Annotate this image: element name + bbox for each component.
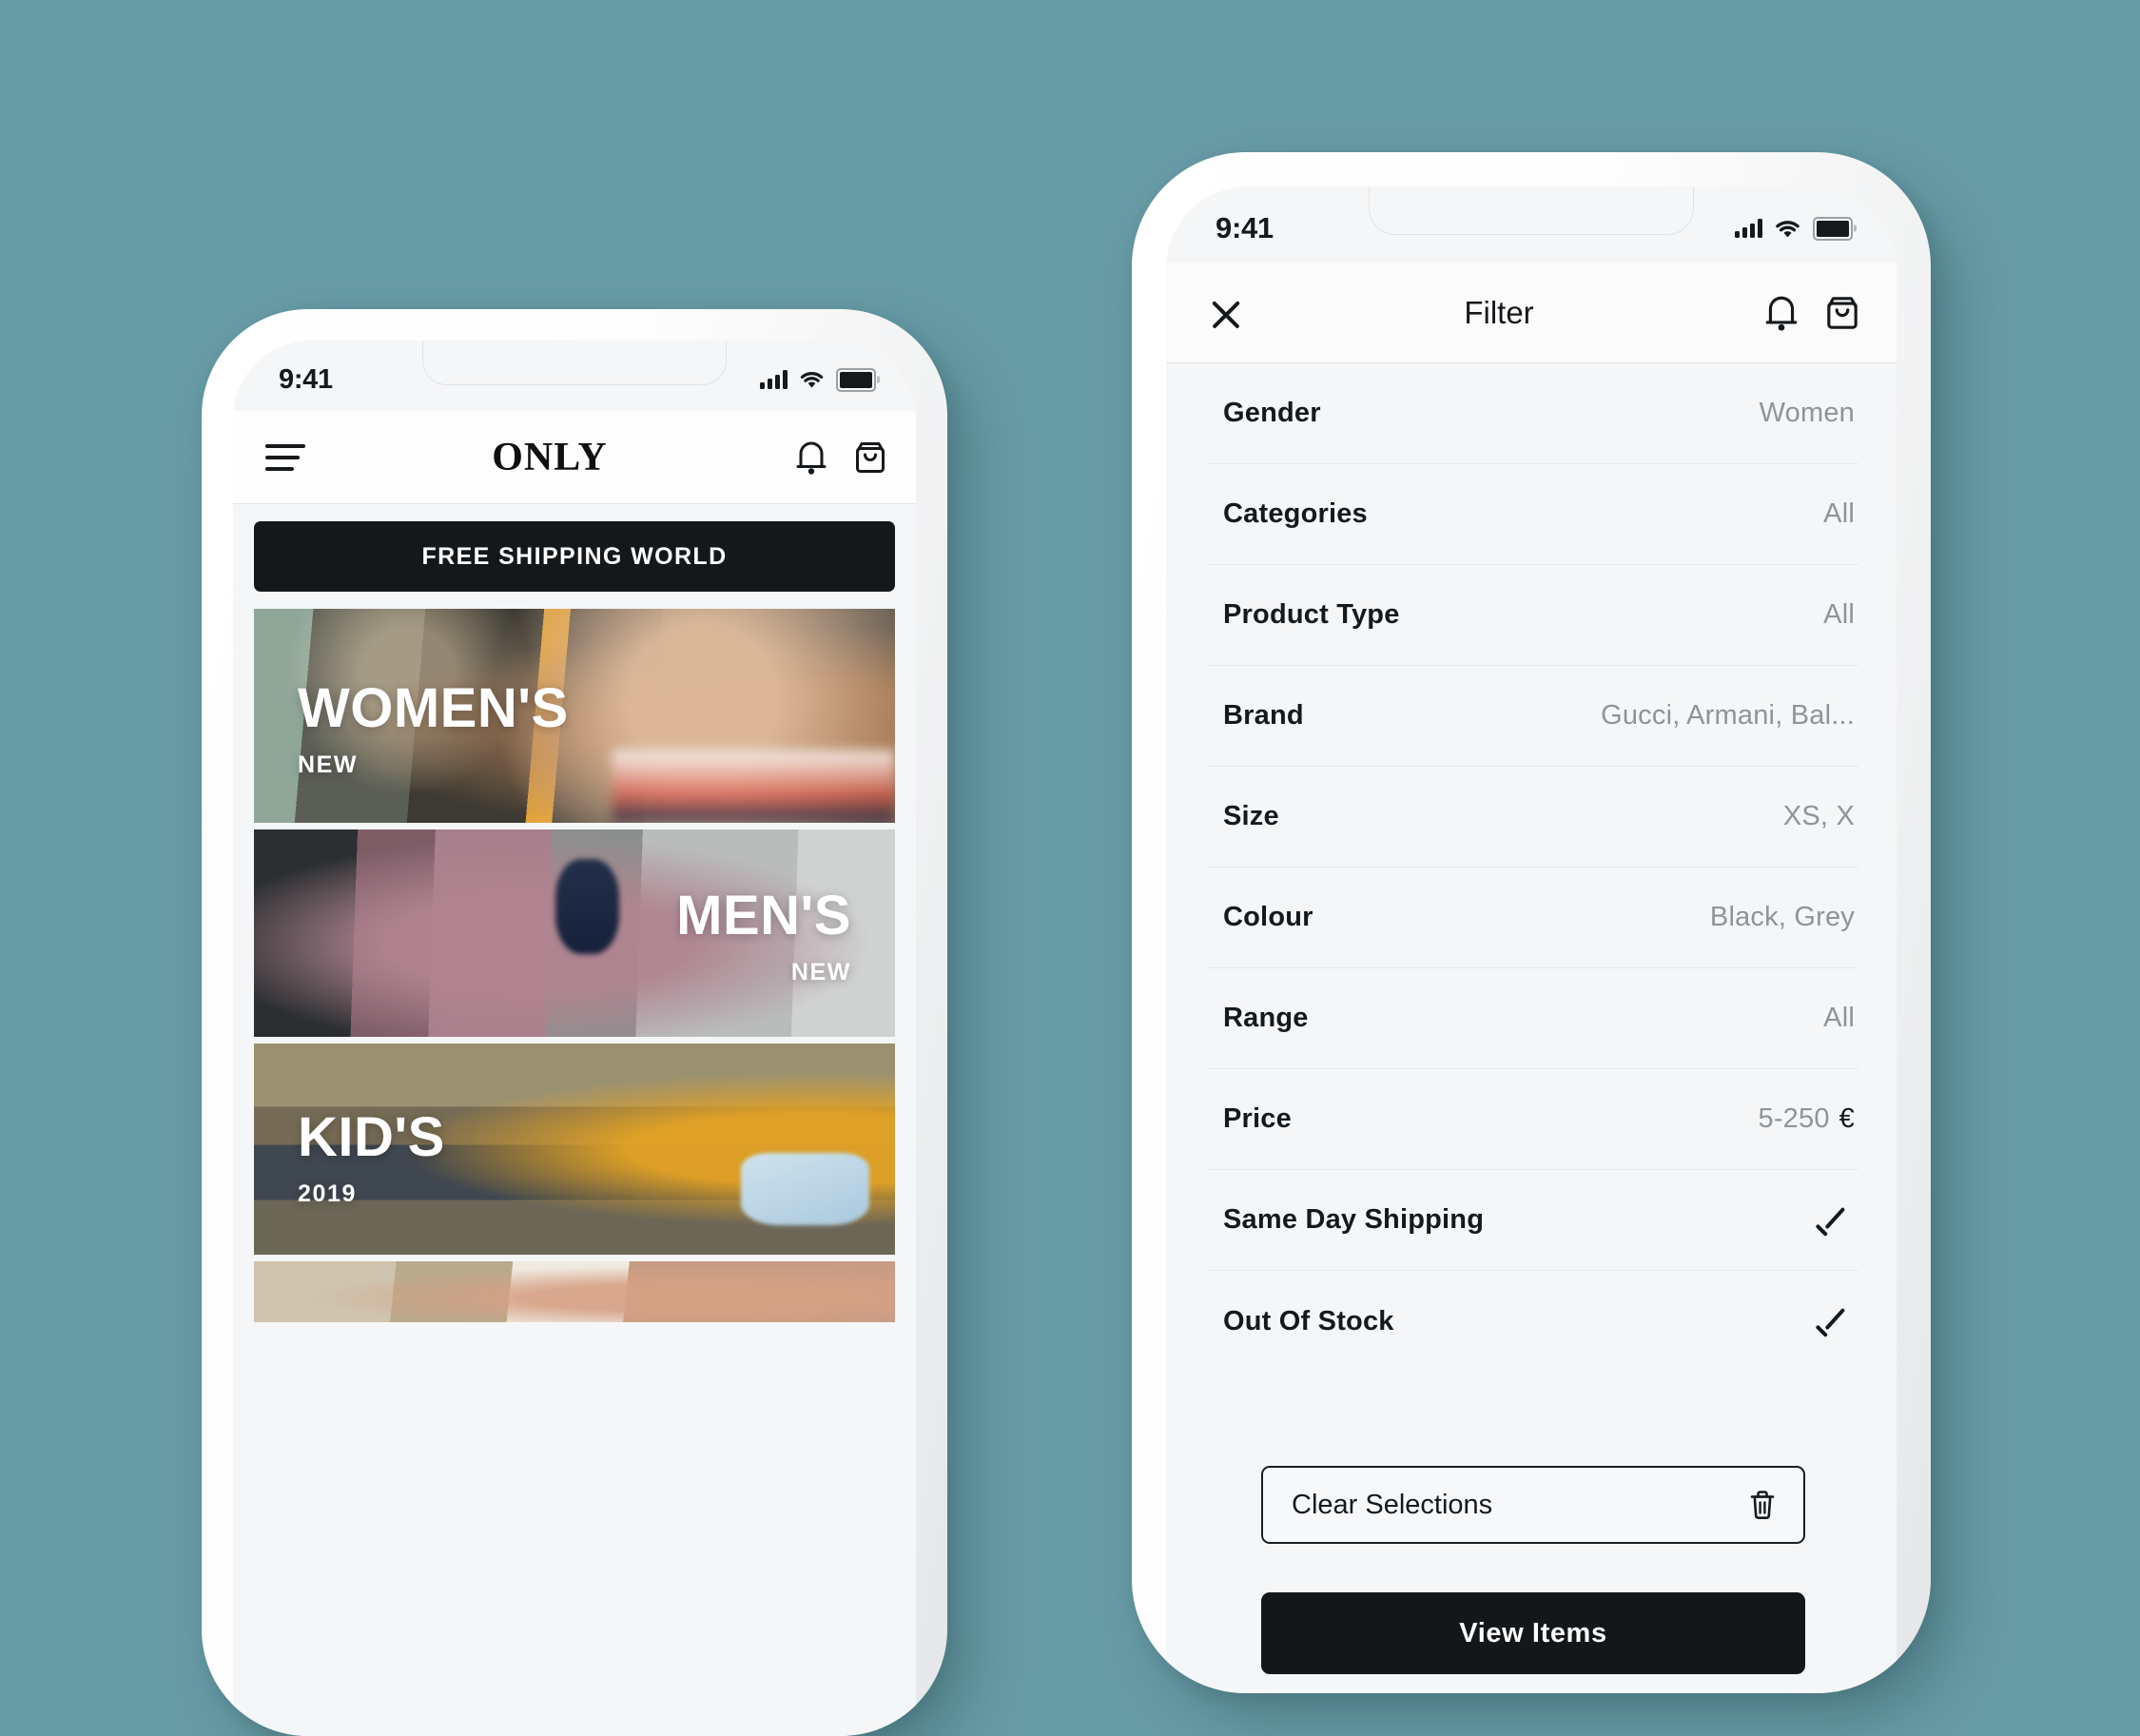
filter-value: 5-250 € [1758, 1103, 1855, 1135]
checkmark-icon[interactable] [1817, 1312, 1849, 1331]
filter-row-price[interactable]: Price 5-250 € [1206, 1069, 1858, 1170]
filter-value: All [1823, 498, 1855, 529]
status-time: 9:41 [1216, 211, 1274, 244]
wifi-icon [1774, 219, 1801, 239]
bell-icon[interactable] [794, 439, 828, 477]
shopping-bag-icon[interactable] [853, 439, 887, 477]
header-actions [794, 439, 887, 477]
home-screen: 9:41 ONLY FREE SHIPPING WORLD WOMEN'S NE… [233, 341, 916, 1736]
wifi-icon [799, 370, 825, 389]
filter-row-same-day-shipping[interactable]: Same Day Shipping [1206, 1170, 1858, 1271]
phone-device-filter: 9:41 Filter Gender Women Categories All … [1132, 152, 1931, 1693]
promo-banner[interactable]: FREE SHIPPING WORLD [254, 521, 895, 592]
currency-symbol: € [1838, 1103, 1855, 1134]
filter-value: Black, Grey [1709, 902, 1855, 932]
filter-label: Out Of Stock [1223, 1305, 1394, 1336]
banner-caption: WOMEN'S NEW [254, 681, 895, 779]
banner-title: WOMEN'S [298, 677, 569, 739]
category-banner-kids[interactable]: KID'S 2019 [254, 1044, 895, 1255]
filter-status-bar: 9:41 [1166, 186, 1897, 263]
filter-label: Size [1223, 801, 1279, 831]
category-banner-next[interactable] [254, 1261, 895, 1322]
filter-row-out-of-stock[interactable]: Out Of Stock [1206, 1271, 1858, 1372]
filter-rows: Gender Women Categories All Product Type… [1166, 363, 1897, 1372]
filter-label: Range [1223, 1003, 1309, 1033]
filter-header-actions [1763, 293, 1860, 333]
filter-label: Product Type [1223, 599, 1400, 630]
trash-icon [1746, 1487, 1779, 1523]
filter-value: Gucci, Armani, Bal... [1601, 700, 1855, 731]
banner-subtitle: NEW [298, 751, 359, 778]
filter-row-product-type[interactable]: Product Type All [1206, 565, 1858, 666]
clear-selections-label: Clear Selections [1292, 1489, 1493, 1520]
category-banner-womens[interactable]: WOMEN'S NEW [254, 609, 895, 823]
filter-header: Filter [1166, 263, 1897, 363]
banner-subtitle: NEW [790, 959, 851, 985]
checkmark-icon[interactable] [1817, 1211, 1849, 1230]
signal-bars-icon [760, 370, 788, 389]
filter-row-brand[interactable]: Brand Gucci, Armani, Bal... [1206, 666, 1858, 767]
filter-value: All [1823, 599, 1855, 630]
filter-label: Gender [1223, 398, 1321, 428]
battery-full-icon [836, 367, 876, 392]
banner-caption: MEN'S NEW [254, 888, 895, 986]
filter-label: Same Day Shipping [1223, 1204, 1485, 1235]
category-banner-list: WOMEN'S NEW MEN'S NEW KID'S 2019 [254, 609, 895, 1736]
filter-label: Colour [1223, 902, 1313, 932]
banner-photo [254, 1261, 895, 1322]
category-banner-mens[interactable]: MEN'S NEW [254, 829, 895, 1037]
filter-label: Price [1223, 1103, 1292, 1134]
status-icons [760, 367, 876, 392]
filter-label: Categories [1223, 498, 1368, 529]
filter-value: All [1823, 1003, 1855, 1033]
filter-screen: 9:41 Filter Gender Women Categories All … [1166, 186, 1897, 1693]
clear-selections-button[interactable]: Clear Selections [1261, 1466, 1805, 1544]
hamburger-menu-icon[interactable] [265, 443, 305, 471]
phone-device-home: 9:41 ONLY FREE SHIPPING WORLD WOMEN'S NE… [202, 309, 947, 1736]
filter-row-colour[interactable]: Colour Black, Grey [1206, 868, 1858, 968]
banner-title: KID'S [298, 1106, 445, 1168]
filter-row-range[interactable]: Range All [1206, 968, 1858, 1069]
close-icon[interactable] [1208, 295, 1244, 331]
shopping-bag-icon[interactable] [1824, 293, 1860, 333]
battery-full-icon [1813, 216, 1853, 241]
status-icons [1735, 216, 1853, 241]
status-time: 9:41 [279, 363, 333, 395]
filter-value: Women [1759, 398, 1855, 428]
filter-value: XS, X [1782, 801, 1855, 831]
home-status-bar: 9:41 [233, 341, 916, 411]
bell-icon[interactable] [1763, 293, 1800, 333]
filter-row-size[interactable]: Size XS, X [1206, 767, 1858, 868]
brand-logo: ONLY [492, 435, 608, 479]
filter-row-categories[interactable]: Categories All [1206, 464, 1858, 565]
page-title: Filter [1464, 294, 1534, 330]
price-range: 5-250 [1758, 1103, 1830, 1134]
banner-subtitle: 2019 [298, 1180, 358, 1207]
banner-title: MEN'S [676, 885, 851, 946]
banner-caption: KID'S 2019 [254, 1110, 895, 1208]
filter-label: Brand [1223, 700, 1304, 731]
signal-bars-icon [1735, 219, 1762, 238]
app-header: ONLY [233, 411, 916, 504]
filter-row-gender[interactable]: Gender Women [1206, 363, 1858, 464]
